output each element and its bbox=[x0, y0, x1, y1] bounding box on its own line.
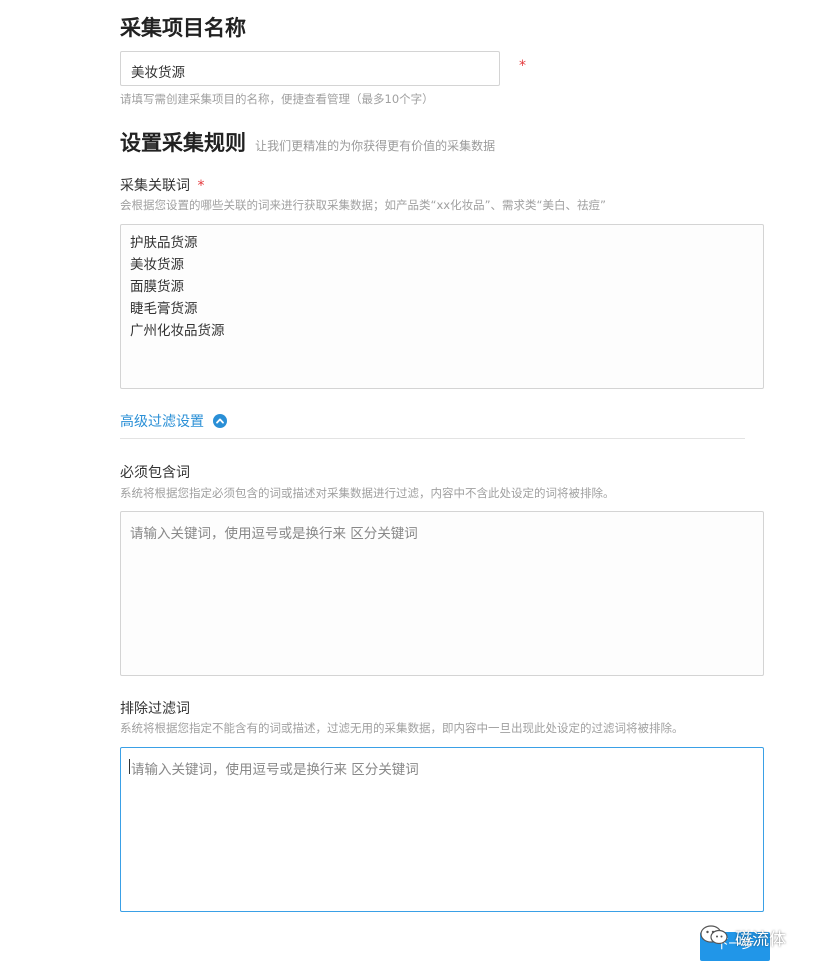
keyword-line: 面膜货源 bbox=[130, 279, 184, 295]
project-name-title: 采集项目名称 bbox=[120, 16, 246, 40]
project-name-hint: 请填写需创建采集项目的名称，便捷查看管理（最多10个字） bbox=[120, 92, 434, 106]
project-name-value: 美妆货源 bbox=[131, 65, 185, 81]
keywords-label: 采集关联词 bbox=[120, 178, 190, 194]
exclude-placeholder: 请输入关键词，使用逗号或是换行来 区分关键词 bbox=[131, 762, 419, 778]
include-textarea[interactable]: 请输入关键词，使用逗号或是换行来 区分关键词 bbox=[120, 511, 764, 676]
keywords-hint: 会根据您设置的哪些关联的词来进行获取采集数据；如产品类“xx化妆品”、需求类“美… bbox=[120, 198, 606, 212]
chevron-up-circle-icon bbox=[213, 414, 228, 432]
advanced-filter-label: 高级过滤设置 bbox=[120, 414, 204, 430]
rules-subtitle: 让我们更精准的为你获得更有价值的采集数据 bbox=[255, 139, 496, 153]
keywords-list: 护肤品货源 美妆货源 面膜货源 睫毛膏货源 广州化妆品货源 bbox=[130, 232, 225, 342]
keyword-line: 广州化妆品货源 bbox=[130, 323, 225, 339]
keywords-label-row: 采集关联词 * bbox=[120, 175, 204, 195]
include-hint: 系统将根据您指定必须包含的词或描述对采集数据进行过滤，内容中不含此处设定的词将被… bbox=[120, 486, 615, 500]
divider bbox=[120, 438, 745, 439]
keyword-line: 美妆货源 bbox=[130, 257, 184, 273]
wechat-icon bbox=[700, 924, 728, 950]
exclude-hint: 系统将根据您指定不能含有的词或描述，过滤无用的采集数据，即内容中一旦出现此处设定… bbox=[120, 721, 684, 735]
rules-title: 设置采集规则 bbox=[120, 131, 246, 155]
text-cursor bbox=[129, 759, 130, 774]
watermark-text: 磁流体 bbox=[735, 929, 787, 950]
watermark: 磁流体 bbox=[700, 924, 786, 950]
exclude-textarea[interactable]: 请输入关键词，使用逗号或是换行来 区分关键词 bbox=[120, 747, 764, 912]
advanced-filter-toggle[interactable]: 高级过滤设置 bbox=[120, 411, 228, 432]
include-label: 必须包含词 bbox=[120, 465, 190, 481]
required-mark: * bbox=[519, 58, 526, 74]
keywords-textarea[interactable]: 护肤品货源 美妆货源 面膜货源 睫毛膏货源 广州化妆品货源 bbox=[120, 224, 764, 389]
keyword-line: 睫毛膏货源 bbox=[130, 301, 198, 317]
keyword-line: 护肤品货源 bbox=[130, 235, 198, 251]
required-mark: * bbox=[197, 178, 205, 194]
exclude-label: 排除过滤词 bbox=[120, 701, 190, 717]
project-name-input[interactable]: 美妆货源 bbox=[120, 51, 500, 86]
include-placeholder: 请输入关键词，使用逗号或是换行来 区分关键词 bbox=[130, 526, 418, 542]
rules-heading: 设置采集规则 让我们更精准的为你获得更有价值的采集数据 bbox=[120, 127, 495, 157]
